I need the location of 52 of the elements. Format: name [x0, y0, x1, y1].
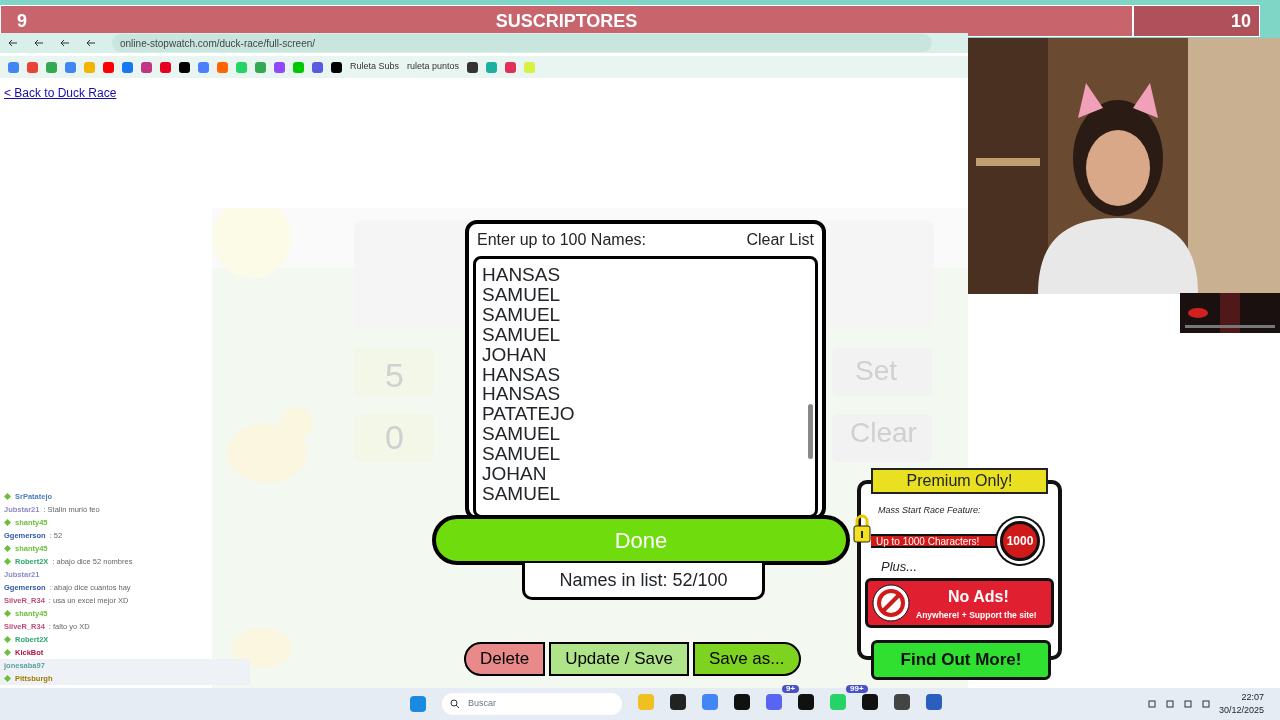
support-text: Anywhere! + Support the site! [916, 609, 1037, 622]
feature-label: Mass Start Race Feature: [878, 504, 981, 517]
bookmark-icon[interactable] [179, 61, 190, 73]
search-icon [450, 699, 460, 709]
name-entry: SAMUEL [482, 304, 562, 325]
name-entry: SAMUEL [482, 483, 562, 504]
bookmark[interactable]: Ruleta Subs [350, 60, 400, 74]
bookmark-icon[interactable] [331, 61, 342, 73]
address-bar[interactable]: online-stopwatch.com/duck-race/full-screen/ [112, 34, 932, 52]
search-placeholder: Buscar [468, 697, 496, 711]
url-text: online-stopwatch.com/duck-race/full-screen/ [120, 36, 316, 51]
clock-date: 30/12/2025 [1218, 704, 1264, 717]
name-entry: SAMUEL [482, 324, 562, 345]
clock-time: 22:07 [1240, 690, 1264, 704]
name-entry: SAMUEL [482, 444, 562, 465]
premium-title: Premium Only! [871, 468, 1048, 494]
back-link[interactable]: < Back to Duck Race [4, 84, 117, 102]
scrollbar-thumb[interactable] [808, 404, 813, 459]
name-entry: JOHAN [482, 464, 548, 484]
no-ads-title: No Ads! [948, 587, 1009, 607]
notification-badge: 9+ [782, 684, 800, 693]
start-icon[interactable] [410, 696, 426, 712]
bookmark[interactable]: ruleta puntos [407, 60, 460, 74]
name-entry: SAMUEL [482, 284, 562, 305]
overlay-title: SUSCRIPTORES [495, 9, 638, 33]
dialog-title: Enter up to 100 Names: [477, 230, 646, 250]
padlock-icon [853, 514, 871, 544]
app-icon[interactable] [734, 693, 750, 710]
app-icon[interactable] [894, 693, 910, 710]
name-entry: SAMUEL [482, 424, 562, 445]
app-icon[interactable] [798, 693, 814, 710]
subscriber-goal: 10 [1230, 9, 1251, 33]
action-button[interactable]: Update / Save [549, 642, 689, 676]
notification-badge: 99+ [846, 684, 868, 693]
plus-label: Plus... [881, 558, 918, 576]
search-field[interactable]: Buscar [442, 693, 622, 715]
bookmark-icon[interactable] [467, 61, 479, 73]
name-entry: JOHAN [482, 344, 548, 365]
subscriber-count: 9 [17, 9, 27, 33]
app-icon[interactable] [862, 693, 878, 710]
action-button[interactable]: Save as... [692, 642, 801, 676]
name-count: Names in list: 52/100 [522, 563, 765, 600]
prohibited-icon [872, 584, 910, 622]
name-entry: HANSAS [482, 384, 562, 405]
name-entry: HANSAS [482, 364, 562, 385]
action-button[interactable]: Delete [464, 642, 546, 676]
name-entry: HANSAS [482, 265, 562, 285]
back-icon[interactable] [8, 38, 18, 48]
app-icon[interactable] [670, 693, 686, 710]
find-out-more-button[interactable]: Find Out More! [871, 640, 1051, 680]
name-entry: PATATEJO [482, 404, 576, 425]
clear-list-button[interactable]: Clear List [746, 228, 814, 252]
